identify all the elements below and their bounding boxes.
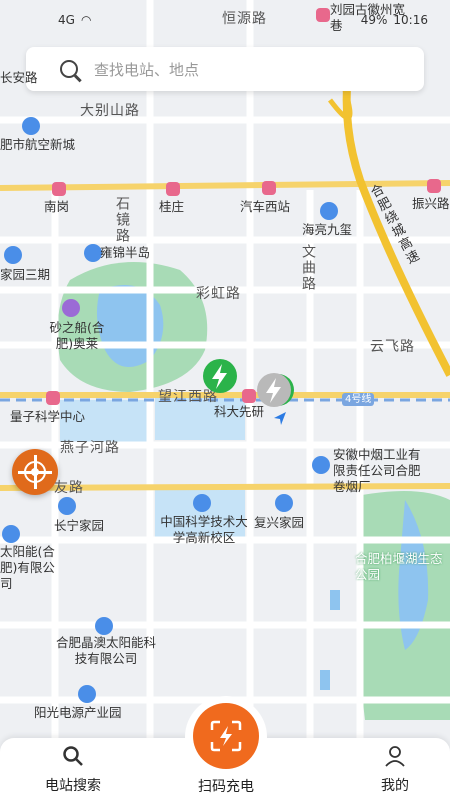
search-input[interactable] [92, 56, 396, 84]
scan-charge-button[interactable] [193, 703, 259, 769]
poi-label: 家园三期 [0, 267, 51, 282]
network-indicator: 4G [58, 13, 75, 27]
scan-charge-icon [210, 720, 242, 752]
poi-marker [58, 497, 76, 515]
user-icon [385, 746, 405, 767]
road-label: 云飞路 [370, 339, 415, 355]
search-icon [63, 746, 83, 766]
tab-label: 电站搜索 [45, 778, 101, 794]
poi-label: 长安路 [0, 70, 38, 85]
poi-label: 汽车西站 [240, 199, 291, 214]
poi-label: 合肥柏堰湖生态公园 [355, 551, 443, 582]
poi-label: 太阳能(合肥)有限公司 [0, 544, 55, 591]
poi-label: 合肥晶澳太阳能科技有限公司 [56, 635, 157, 666]
poi-marker [320, 202, 338, 220]
road-label: 燕子河路 [60, 440, 120, 456]
poi-marker [2, 525, 20, 543]
metro-marker [52, 182, 66, 196]
poi-label: 复兴家园 [254, 515, 305, 530]
poi-label: 中国科学技术大学高新校区 [160, 514, 248, 545]
search-icon [60, 60, 78, 78]
tab-label: 我的 [381, 778, 409, 794]
poi-marker [78, 685, 96, 703]
charger-pin-busy[interactable] [254, 372, 294, 412]
metro-marker [46, 391, 60, 405]
metro-marker [427, 179, 441, 193]
poi-label: 量子科学中心 [10, 409, 86, 424]
map-view[interactable] [0, 0, 450, 800]
school-icon [193, 494, 211, 512]
poi-marker [62, 299, 80, 317]
road-label: 彩虹路 [196, 286, 241, 302]
poi-marker [312, 456, 330, 474]
poi-marker [275, 494, 293, 512]
locate-me-button[interactable] [12, 449, 58, 495]
poi-marker [22, 117, 40, 135]
poi-label: 阳光电源产业园 [34, 705, 122, 720]
charger-pin-available[interactable] [200, 358, 240, 398]
poi-label: 肥市航空新城 [0, 137, 76, 152]
poi-marker [4, 246, 22, 264]
road-label: 大别山路 [80, 103, 140, 119]
poi-label: 砂之船(合肥)奥莱 [49, 320, 105, 351]
road-label: 石镜路 [114, 196, 130, 244]
search-bar[interactable] [26, 47, 424, 91]
wifi-icon: ◠ [80, 13, 92, 27]
poi-label: 振兴路 [412, 196, 450, 211]
poi-marker [95, 617, 113, 635]
user-location-icon [274, 412, 286, 425]
road-label: 文曲路 [300, 244, 316, 292]
road-label: 恒源路 [222, 11, 267, 27]
poi-label: 刘园古徽州宽巷 [330, 2, 406, 33]
poi-label: 南岗 [44, 199, 70, 214]
metro-marker [166, 182, 180, 196]
poi-label: 长宁家园 [54, 518, 105, 533]
tab-station-search[interactable]: 电站搜索 [18, 738, 128, 800]
tab-scan-charge-label: 扫码充电 [198, 779, 254, 795]
metro-line-label: 4号线 [342, 393, 375, 406]
metro-marker [262, 181, 276, 195]
poi-label: 雍锦半岛 [100, 245, 151, 260]
poi-marker [316, 8, 330, 22]
poi-label: 安徽中烟工业有限责任公司合肥卷烟厂 [333, 447, 421, 494]
poi-label: 桂庄 [159, 199, 185, 214]
poi-label: 海亮九玺 [302, 222, 353, 237]
tab-profile[interactable]: 我的 [340, 738, 450, 800]
road-label: 友路 [54, 480, 84, 496]
